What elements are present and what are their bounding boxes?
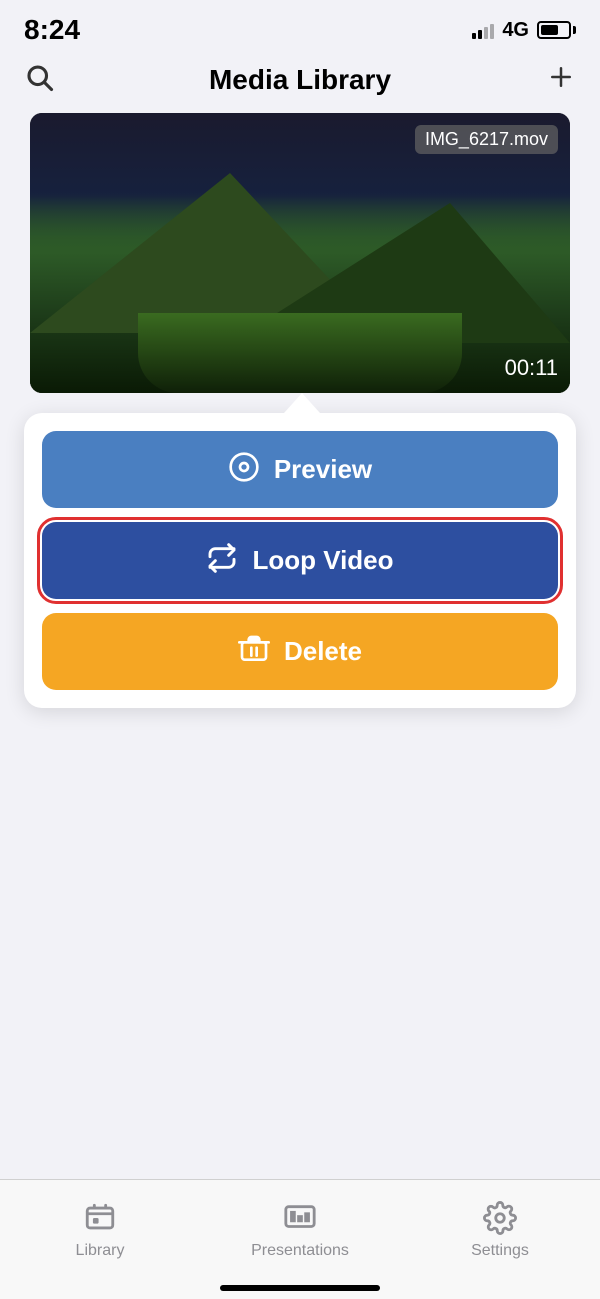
video-thumbnail: IMG_6217.mov 00:11 bbox=[30, 113, 570, 393]
header: Media Library bbox=[0, 54, 600, 113]
loop-label: Loop Video bbox=[252, 545, 393, 576]
status-time: 8:24 bbox=[24, 14, 80, 46]
preview-label: Preview bbox=[274, 454, 372, 485]
battery-icon bbox=[537, 21, 576, 39]
network-type: 4G bbox=[502, 19, 529, 42]
tab-settings[interactable]: Settings bbox=[400, 1180, 600, 1279]
tab-library[interactable]: Library bbox=[0, 1180, 200, 1279]
preview-icon bbox=[228, 451, 260, 488]
video-filename: IMG_6217.mov bbox=[415, 125, 558, 154]
loop-icon bbox=[206, 542, 238, 579]
popup-menu: Preview Loop Video bbox=[24, 413, 576, 708]
status-icons: 4G bbox=[472, 19, 576, 42]
signal-icon bbox=[472, 21, 494, 39]
delete-icon bbox=[238, 633, 270, 670]
status-bar: 8:24 4G bbox=[0, 0, 600, 54]
tab-settings-label: Settings bbox=[471, 1242, 529, 1260]
library-icon bbox=[82, 1200, 118, 1236]
tab-presentations-label: Presentations bbox=[251, 1242, 349, 1260]
tab-bar: Library Presentations Settings bbox=[0, 1179, 600, 1299]
settings-icon bbox=[482, 1200, 518, 1236]
popup-menu-container: Preview Loop Video bbox=[24, 393, 576, 708]
search-icon[interactable] bbox=[24, 62, 54, 97]
tab-presentations[interactable]: Presentations bbox=[200, 1180, 400, 1279]
video-frame bbox=[30, 113, 570, 393]
presentations-icon bbox=[282, 1200, 318, 1236]
delete-button[interactable]: Delete bbox=[42, 613, 558, 690]
home-indicator bbox=[220, 1285, 380, 1291]
page-title: Media Library bbox=[209, 64, 391, 96]
video-duration: 00:11 bbox=[505, 355, 558, 381]
add-icon[interactable] bbox=[546, 62, 576, 97]
tab-library-label: Library bbox=[76, 1242, 125, 1260]
preview-button[interactable]: Preview bbox=[42, 431, 558, 508]
loop-video-button[interactable]: Loop Video bbox=[42, 522, 558, 599]
popup-arrow bbox=[284, 393, 320, 413]
delete-label: Delete bbox=[284, 636, 362, 667]
